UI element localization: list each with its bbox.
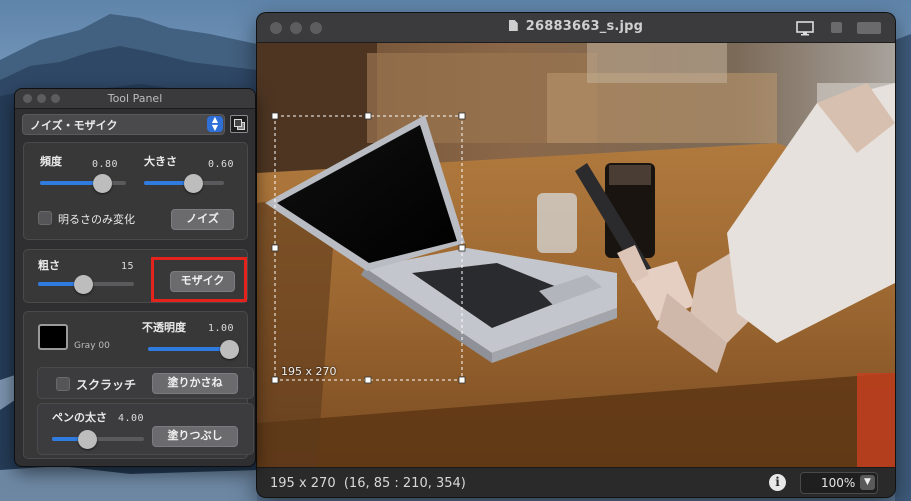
chevron-down-icon[interactable]: ▼ [860, 475, 875, 490]
overlay-button[interactable]: 塗りかさね [152, 373, 238, 394]
document-icon [508, 20, 518, 31]
size-label: 大きさ [144, 155, 177, 168]
coarseness-label: 粗さ [38, 259, 60, 272]
mode-select-label: ノイズ・モザイク [30, 119, 118, 132]
frequency-label: 頻度 [40, 155, 62, 168]
rectangle-icon[interactable] [857, 22, 881, 34]
frequency-slider[interactable] [40, 181, 126, 185]
scratch-checkbox[interactable] [56, 377, 70, 391]
frequency-value: 0.80 [92, 159, 119, 170]
image-canvas[interactable]: 195 x 270 [257, 43, 895, 467]
zoom-select[interactable]: 100% ▼ [800, 472, 878, 494]
brightness-only-checkbox[interactable] [38, 211, 52, 225]
pen-width-slider-knob[interactable] [78, 430, 97, 449]
color-name: Gray 00 [74, 341, 110, 351]
coarseness-slider-knob[interactable] [74, 275, 93, 294]
size-slider-knob[interactable] [184, 174, 203, 193]
status-bar: 195 x 270 (16, 85 : 210, 354) i 100% ▼ [257, 467, 895, 497]
tool-panel-titlebar[interactable]: Tool Panel [15, 89, 255, 109]
fill-button[interactable]: 塗りつぶし [152, 426, 238, 447]
info-icon[interactable]: i [769, 474, 786, 491]
opacity-value: 1.00 [208, 323, 235, 334]
pen-width-value: 4.00 [118, 413, 145, 424]
zoom-value: 100% [821, 476, 856, 490]
selection-rectangle[interactable] [257, 43, 895, 467]
frequency-slider-knob[interactable] [93, 174, 112, 193]
image-window: 26883663_s.jpg 195 x 270 195 x 270 (16, … [257, 13, 895, 497]
display-icon[interactable] [796, 21, 814, 36]
selection-info: 195 x 270 (16, 85 : 210, 354) [270, 476, 466, 491]
swap-layers-icon[interactable] [230, 115, 248, 133]
coarseness-value: 15 [121, 261, 135, 272]
opacity-slider-knob[interactable] [220, 340, 239, 359]
tool-panel-title: Tool Panel [107, 92, 163, 105]
mosaic-button-highlight [151, 257, 247, 302]
chevron-updown-icon[interactable]: ▲ ▼ [207, 116, 223, 132]
color-swatch[interactable] [38, 324, 68, 350]
selection-size-label: 195 x 270 [281, 365, 337, 378]
pen-width-label: ペンの太さ [52, 411, 107, 424]
fill-group: Gray 00 不透明度 1.00 スクラッチ 塗りかさね ペンの太さ 4.00… [23, 311, 254, 459]
filename: 26883663_s.jpg [525, 19, 644, 34]
square-icon[interactable] [831, 22, 842, 33]
pen-width-slider[interactable] [52, 437, 144, 441]
opacity-label: 不透明度 [142, 321, 186, 334]
scratch-label: スクラッチ [76, 378, 137, 392]
noise-group: 頻度 0.80 大きさ 0.60 明るさのみ変化 ノイズ [23, 142, 248, 240]
size-value: 0.60 [208, 159, 235, 170]
brightness-only-label: 明るさのみ変化 [58, 213, 135, 226]
image-window-titlebar[interactable]: 26883663_s.jpg [257, 13, 895, 43]
mode-select[interactable]: ノイズ・モザイク ▲ ▼ [22, 114, 225, 135]
noise-button[interactable]: ノイズ [171, 209, 234, 230]
